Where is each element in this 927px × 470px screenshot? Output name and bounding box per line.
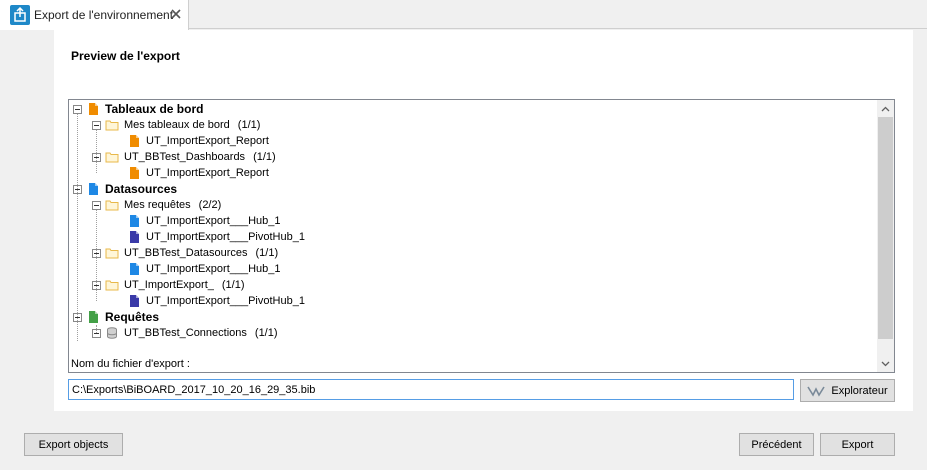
tree-item-label: UT_ImportExport_Report	[146, 167, 269, 179]
collapse-icon[interactable]	[73, 104, 82, 114]
close-icon[interactable]	[170, 8, 182, 20]
tree-item-count: (1/1)	[255, 247, 279, 259]
tree-item-label: UT_BBTest_Datasources	[124, 247, 248, 259]
tree-row[interactable]: Tableaux de bord	[73, 101, 203, 117]
explorer-button-label: Explorateur	[831, 384, 888, 397]
export-icon	[10, 5, 30, 25]
folder-icon	[105, 198, 119, 212]
scrollbar-thumb[interactable]	[878, 117, 893, 339]
tree-item-label: UT_ImportExport_Report	[146, 135, 269, 147]
pivothub-icon	[127, 294, 141, 308]
folder-icon	[105, 150, 119, 164]
scroll-up-icon[interactable]	[877, 100, 894, 117]
tree-item-label: UT_ImportExport_	[124, 279, 214, 291]
collapse-icon[interactable]	[92, 200, 101, 210]
tab-strip: Export de l'environnement	[0, 0, 927, 30]
tree-row[interactable]: UT_ImportExport_Report	[111, 133, 269, 149]
tree-row[interactable]: UT_BBTest_Dashboards (1/1)	[92, 149, 276, 165]
report-icon	[127, 166, 141, 180]
tree-row[interactable]: UT_ImportExport_Report	[111, 165, 269, 181]
export-objects-button[interactable]: Export objects	[24, 433, 123, 456]
tree-item-label: UT_ImportExport___PivotHub_1	[146, 295, 305, 307]
pivothub-icon	[127, 230, 141, 244]
tree-row[interactable]: Datasources	[73, 181, 177, 197]
query-root-icon	[86, 310, 100, 324]
tree-item-label: Mes requêtes	[124, 199, 191, 211]
dashboard-root-icon	[86, 102, 100, 116]
explorer-button[interactable]: Explorateur	[800, 379, 895, 402]
tree-row[interactable]: UT_BBTest_Datasources (1/1)	[92, 245, 278, 261]
database-icon	[105, 326, 119, 340]
tree-row[interactable]: UT_ImportExport___Hub_1	[111, 261, 281, 277]
tree-row[interactable]: Mes tableaux de bord (1/1)	[92, 117, 260, 133]
scroll-down-icon[interactable]	[877, 355, 894, 372]
tree-guide-line	[96, 210, 97, 301]
tree-item-label: Datasources	[105, 182, 178, 196]
tab-title: Export de l'environnement	[34, 8, 174, 22]
folder-icon	[105, 246, 119, 260]
tree-row[interactable]: UT_ImportExport___Hub_1	[111, 213, 281, 229]
folder-icon	[105, 278, 119, 292]
tree-item-count: (1/1)	[237, 119, 261, 131]
tree-item-label: Requêtes	[105, 310, 160, 324]
tree-item-label: Tableaux de bord	[105, 102, 204, 116]
tree-item-label: UT_ImportExport___Hub_1	[146, 263, 281, 275]
tree-item-count: (1/1)	[221, 279, 245, 291]
export-button[interactable]: Export	[820, 433, 895, 456]
tree-row[interactable]: UT_ImportExport_ (1/1)	[92, 277, 245, 293]
browse-icon	[807, 385, 826, 397]
report-icon	[127, 134, 141, 148]
tree-item-label: UT_ImportExport___Hub_1	[146, 215, 281, 227]
tree-item-count: (1/1)	[254, 327, 278, 339]
file-path-input[interactable]	[68, 379, 794, 400]
tree-item-label: UT_BBTest_Dashboards	[124, 151, 246, 163]
tree-guide-line	[96, 130, 97, 173]
tree-item-label: UT_ImportExport___PivotHub_1	[146, 231, 305, 243]
previous-button[interactable]: Précédent	[739, 433, 814, 456]
tree-item-count: (1/1)	[253, 151, 276, 163]
tree-row[interactable]: UT_ImportExport___PivotHub_1	[111, 229, 305, 245]
file-name-label: Nom du fichier d'export :	[71, 358, 190, 370]
hub-icon	[127, 262, 141, 276]
datasource-root-icon	[86, 182, 100, 196]
tree-guide-line	[77, 114, 78, 341]
tree-row[interactable]: UT_BBTest_Connections (1/1)	[92, 325, 278, 341]
tree-row[interactable]: Requêtes	[73, 309, 159, 325]
collapse-icon[interactable]	[92, 120, 101, 130]
tree-item-label: UT_BBTest_Connections	[124, 327, 247, 339]
tab-export-environment[interactable]: Export de l'environnement	[0, 0, 189, 30]
tree-guide-line	[96, 325, 97, 333]
main-panel: Preview de l'export Tableaux de bord Mes …	[54, 30, 913, 411]
export-tree[interactable]: Tableaux de bord Mes tableaux de bord (1/1…	[68, 99, 895, 373]
vertical-scrollbar[interactable]	[877, 100, 894, 372]
hub-icon	[127, 214, 141, 228]
tree-row[interactable]: Mes requêtes (2/2)	[92, 197, 221, 213]
tree-row[interactable]: UT_ImportExport___PivotHub_1	[111, 293, 305, 309]
tree-item-count: (2/2)	[198, 199, 222, 211]
preview-title: Preview de l'export	[71, 49, 180, 63]
tree-item-label: Mes tableaux de bord	[124, 119, 230, 131]
folder-icon	[105, 118, 119, 132]
